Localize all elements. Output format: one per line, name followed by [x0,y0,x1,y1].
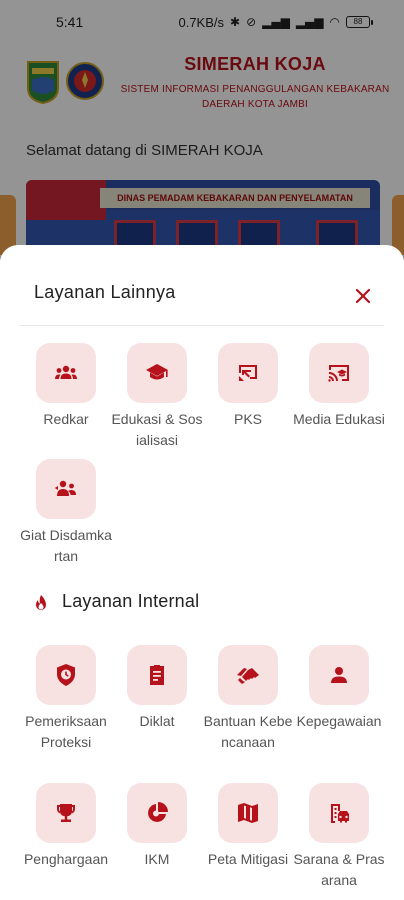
service-redkar[interactable]: Redkar [20,343,112,430]
service-pemeriksaan-proteksi[interactable]: Pemeriksaan Proteksi [20,645,112,753]
service-kepegawaian[interactable]: Kepegawaian [293,645,385,732]
modal-scrim[interactable] [0,0,404,260]
service-tile-box [218,783,278,843]
pie-chart-icon [148,802,168,822]
graduation-cap-icon [146,364,168,380]
service-tile-box [218,645,278,705]
service-tile-box [36,459,96,519]
service-tile-box [36,645,96,705]
service-label: Diklat [139,713,175,729]
handshake-doc-icon [239,365,257,381]
trophy-icon [57,804,75,822]
service-sarana-prasarana[interactable]: Sarana & Prasarana [293,783,385,891]
service-tile-box [218,343,278,403]
clipboard-icon [150,665,164,685]
service-bantuan-kebencanaan[interactable]: Bantuan Kebencanaan [202,645,294,753]
service-label: Penghargaan [23,851,109,867]
cast-education-icon [328,365,349,382]
helping-hand-icon [237,668,259,684]
service-tile-box [127,645,187,705]
close-button[interactable] [348,281,378,311]
team-activity-icon [54,480,76,496]
service-diklat[interactable]: Diklat [111,645,203,732]
map-icon [238,803,258,823]
service-label: PKS [233,411,262,427]
service-penghargaan[interactable]: Penghargaan [20,783,112,870]
service-tile-box [309,783,369,843]
layanan-bottom-sheet: Layanan Lainnya Redkar Edukasi & Sosiali… [0,245,404,900]
service-label: Peta Mitigasi [207,851,289,867]
person-icon [331,667,347,683]
sheet-title: Layanan Lainnya [34,282,176,302]
service-tile-box [36,343,96,403]
service-peta-mitigasi[interactable]: Peta Mitigasi [202,783,294,870]
group-icon [55,365,77,379]
service-label: Sarana & Prasarana [293,851,385,888]
service-label: Redkar [43,411,89,427]
service-tile-box [127,343,187,403]
building-car-icon [331,804,349,823]
sheet-divider [20,325,384,326]
service-label: IKM [144,851,170,867]
service-label: Giat Disdamkartan [20,527,112,564]
flame-icon [36,595,46,610]
service-edukasi-sosialisasi[interactable]: Edukasi & Sosialisasi [111,343,203,451]
service-ikm[interactable]: IKM [111,783,203,870]
shield-clock-icon [57,664,75,686]
service-media-edukasi[interactable]: Media Edukasi [293,343,385,430]
service-pks[interactable]: PKS [202,343,294,430]
service-label: Kepegawaian [296,713,382,729]
service-label: Edukasi & Sosialisasi [111,411,203,448]
service-tile-box [127,783,187,843]
background-app: 5:41 0.7KB/s ✱ ⊘ ▂▄▆ ▂▄▆ ◠ 88 SIMERAH KO… [0,0,404,260]
service-label: Pemeriksaan Proteksi [25,713,107,750]
internal-section-title: Layanan Internal [62,591,200,611]
service-tile-box [309,343,369,403]
service-tile-box [309,645,369,705]
service-label: Media Edukasi [293,411,385,427]
service-label: Bantuan Kebencanaan [203,713,293,750]
service-tile-box [36,783,96,843]
close-icon [355,288,371,304]
service-giat-disdamkartan[interactable]: Giat Disdamkartan [20,459,112,567]
